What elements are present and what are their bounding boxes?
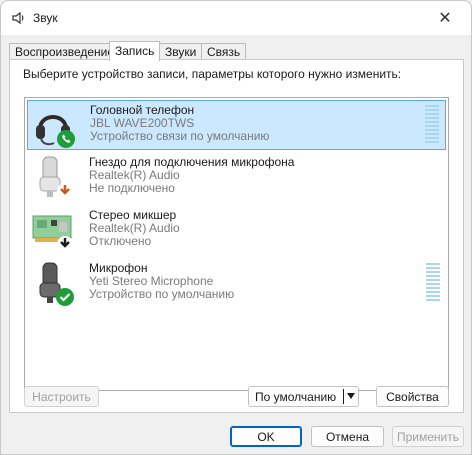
device-status: Устройство связи по умолчанию [90,129,270,143]
apply-button[interactable]: Применить [392,426,464,447]
configure-button[interactable]: Настроить [24,386,99,407]
device-row-microphone[interactable]: Микрофон Yeti Stereo Microphone Устройст… [27,259,446,309]
device-status: Не подключено [89,181,175,195]
recording-device-list[interactable]: Головной телефон JBL WAVE200TWS Устройст… [24,97,449,391]
tab-communications[interactable]: Связь [201,43,247,60]
device-status: Отключено [89,234,152,248]
close-button[interactable]: ✕ [427,5,463,31]
level-meter [426,263,440,303]
cancel-button[interactable]: Отмена [311,426,384,447]
sound-dialog: Звук ✕ Воспроизведение Запись Звуки Связ… [0,0,472,455]
set-default-split-button[interactable]: По умолчанию [248,386,359,407]
device-row-headset[interactable]: Головной телефон JBL WAVE200TWS Устройст… [27,100,446,150]
close-icon: ✕ [438,10,452,27]
title-bar[interactable]: Звук ✕ [1,1,471,35]
device-row-mic-jack[interactable]: Гнездо для подключения микрофона Realtek… [27,153,446,203]
headset-icon [36,115,75,148]
tab-playback[interactable]: Воспроизведение [9,43,121,60]
device-status: Устройство по умолчанию [89,287,235,301]
window-title: Звук [33,11,58,25]
sound-card-icon [32,215,73,252]
ok-button[interactable]: OK [230,426,302,447]
recording-panel: Выберите устройство записи, параметры ко… [9,59,464,413]
microphone-icon [39,262,74,306]
speaker-icon [12,11,24,25]
chevron-down-icon[interactable] [347,393,355,399]
tab-recording[interactable]: Запись [109,41,161,61]
device-row-stereo-mix[interactable]: Стерео микшер Realtek(R) Audio Отключено [27,206,446,256]
phone-badge-icon [57,130,75,148]
properties-button[interactable]: Свойства [376,386,449,407]
microphone-icon [39,156,73,199]
instruction-text: Выберите устройство записи, параметры ко… [23,67,402,81]
level-meter [425,105,439,145]
tab-sounds[interactable]: Звуки [159,43,203,60]
